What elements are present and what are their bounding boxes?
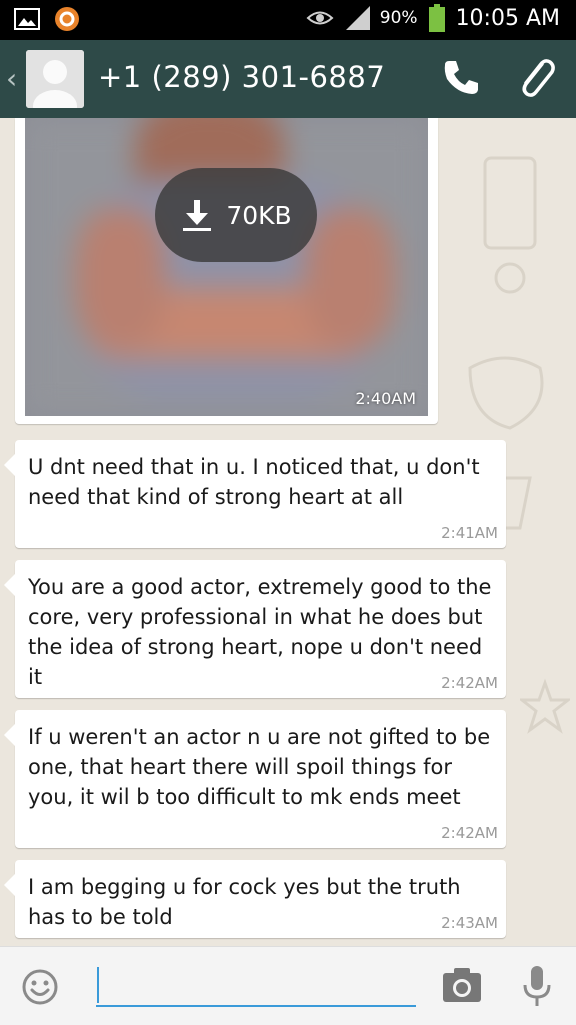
download-button[interactable]: 70KB	[155, 168, 317, 262]
paperclip-icon[interactable]	[512, 54, 560, 102]
message-text: You are a good actor, extremely good to …	[28, 575, 492, 689]
clock: 10:05 AM	[455, 5, 560, 31]
message-time: 2:43AM	[441, 914, 498, 932]
message-time: 2:42AM	[441, 674, 498, 692]
camera-icon[interactable]	[442, 967, 482, 1003]
image-message[interactable]: 70KB 2:40AM	[15, 118, 438, 424]
contact-avatar[interactable]	[26, 50, 84, 108]
message-bubble[interactable]: I am begging u for cock yes but the trut…	[4, 860, 506, 938]
message-bubble[interactable]: U dnt need that in u. I noticed that, u …	[4, 440, 506, 548]
download-size: 70KB	[226, 200, 292, 230]
message-text: U dnt need that in u. I noticed that, u …	[28, 455, 480, 509]
message-bubble[interactable]: If u weren't an actor n u are not gifted…	[4, 710, 506, 848]
status-bar: 90% 10:05 AM	[0, 0, 576, 40]
gallery-notification-icon	[14, 8, 40, 30]
contact-name[interactable]: +1 (289) 301-6887	[98, 60, 385, 94]
message-time: 2:42AM	[441, 824, 498, 842]
eye-icon	[306, 11, 334, 25]
chat-header: ‹ +1 (289) 301-6887	[0, 40, 576, 118]
blurred-image-preview[interactable]: 70KB 2:40AM	[25, 118, 428, 416]
app-notification-icon	[55, 7, 79, 31]
message-time: 2:40AM	[355, 389, 416, 408]
call-icon[interactable]	[441, 57, 481, 97]
emoji-icon[interactable]	[22, 969, 58, 1005]
background-doodle-icon	[483, 156, 537, 294]
message-time: 2:41AM	[441, 524, 498, 542]
message-text: If u weren't an actor n u are not gifted…	[28, 725, 491, 809]
battery-percentage: 90%	[379, 8, 418, 28]
text-cursor	[97, 967, 99, 1003]
background-doodle-icon	[520, 678, 570, 734]
message-input[interactable]	[96, 963, 416, 1007]
chat-area[interactable]: 70KB 2:40AM U dnt need that in u. I noti…	[0, 118, 576, 946]
message-text: I am begging u for cock yes but the trut…	[28, 875, 461, 929]
microphone-icon[interactable]	[522, 965, 552, 1007]
signal-icon	[345, 6, 370, 30]
message-bubble[interactable]: You are a good actor, extremely good to …	[4, 560, 506, 698]
back-chevron-icon[interactable]: ‹	[6, 62, 17, 95]
download-icon	[183, 200, 212, 231]
battery-icon	[428, 4, 445, 32]
input-bar	[0, 946, 576, 1025]
default-avatar-icon	[26, 50, 84, 108]
